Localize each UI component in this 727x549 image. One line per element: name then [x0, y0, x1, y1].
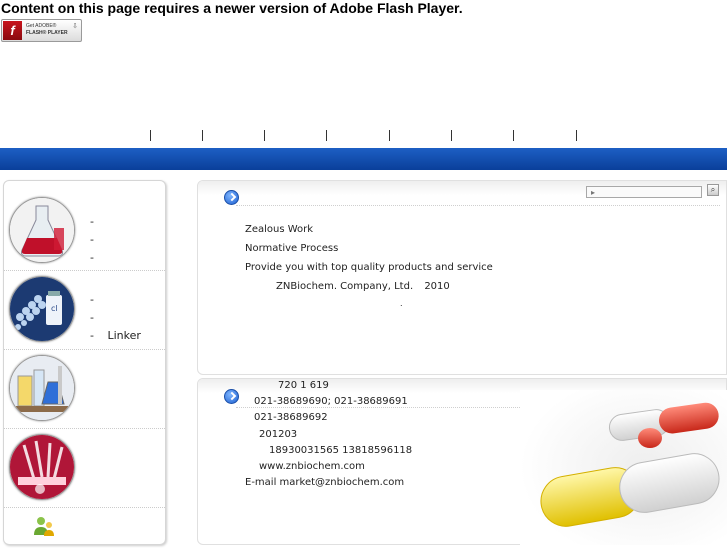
- nav-separator: [264, 130, 265, 141]
- about-line-process: Normative Process: [245, 243, 339, 254]
- sidebar-item-dash: -: [90, 329, 94, 342]
- sidebar-item-dash[interactable]: -: [90, 215, 94, 228]
- nav-separator: [150, 130, 151, 141]
- panel-divider: [236, 205, 720, 206]
- download-arrow-icon: ⇩: [72, 22, 78, 30]
- sidebar-item-linker[interactable]: - Linker: [90, 329, 141, 342]
- about-dot: .: [400, 299, 403, 308]
- flash-badge-line1: Get ADOBE®: [26, 23, 57, 29]
- company-name: ZNBiochem. Company, Ltd.: [276, 281, 414, 292]
- contact-mobile: 18930031565 13818596118: [269, 445, 413, 456]
- sidebar-item-dash[interactable]: -: [90, 251, 94, 264]
- about-line-zealous: Zealous Work: [245, 224, 314, 235]
- people-icon[interactable]: [32, 515, 56, 537]
- sidebar-item-dash[interactable]: -: [90, 233, 94, 246]
- flash-logo-icon: f: [3, 21, 22, 40]
- nav-separator: [202, 130, 203, 141]
- search-input[interactable]: [586, 186, 702, 198]
- svg-text:cl: cl: [51, 304, 58, 313]
- arrow-circle-icon: [224, 389, 239, 404]
- contact-email[interactable]: E-mail market@znbiochem.com: [245, 477, 404, 488]
- sidebar-section-peptides: cl - - - Linker: [4, 270, 165, 350]
- sidebar-section-glassware: [4, 349, 165, 429]
- about-line-service: Provide you with top quality products an…: [245, 262, 493, 273]
- header-blue-bar: [0, 148, 727, 170]
- sidebar-section-test-tubes: [4, 428, 165, 508]
- magnifier-icon: ⌕: [710, 185, 716, 194]
- glassware-image[interactable]: [9, 355, 75, 421]
- flash-badge-line2: FLASH® PLAYER: [26, 30, 68, 36]
- contact-address: 720 1 619: [278, 380, 329, 391]
- contact-website[interactable]: www.znbiochem.com: [259, 461, 365, 472]
- nav-separator: [389, 130, 390, 141]
- red-flask-image[interactable]: [9, 197, 75, 263]
- nav-separator: [576, 130, 577, 141]
- sidebar-item-dash[interactable]: -: [90, 293, 94, 306]
- contact-fax: 021-38689692: [254, 412, 328, 423]
- arrow-circle-icon: [224, 190, 239, 205]
- product-sidebar: - - - cl - - - Linker: [3, 180, 166, 545]
- copyright-year: 2010: [424, 281, 450, 292]
- flash-required-message: Content on this page requires a newer ve…: [1, 0, 463, 16]
- sidebar-item-dash[interactable]: -: [90, 311, 94, 324]
- nav-separator: [326, 130, 327, 141]
- sidebar-item-label: Linker: [107, 329, 141, 342]
- peptide-molecule-image[interactable]: cl: [9, 276, 75, 342]
- contact-phone: 021-38689690; 021-38689691: [254, 396, 408, 407]
- capsules-image: [520, 390, 727, 545]
- search-button[interactable]: ⌕: [707, 184, 719, 196]
- copyright-line: ZNBiochem. Company, Ltd. 2010: [276, 281, 450, 292]
- sidebar-section-reagents: - - -: [4, 181, 165, 271]
- nav-separator: [451, 130, 452, 141]
- nav-separator: [513, 130, 514, 141]
- top-nav: [0, 130, 727, 142]
- contact-postcode: 201203: [259, 429, 298, 440]
- about-panel: ⌕ Zealous Work Normative Process Provide…: [197, 180, 727, 375]
- get-flash-player-button[interactable]: f Get ADOBE® FLASH® PLAYER ⇩: [1, 19, 82, 42]
- test-tubes-image[interactable]: [9, 434, 75, 500]
